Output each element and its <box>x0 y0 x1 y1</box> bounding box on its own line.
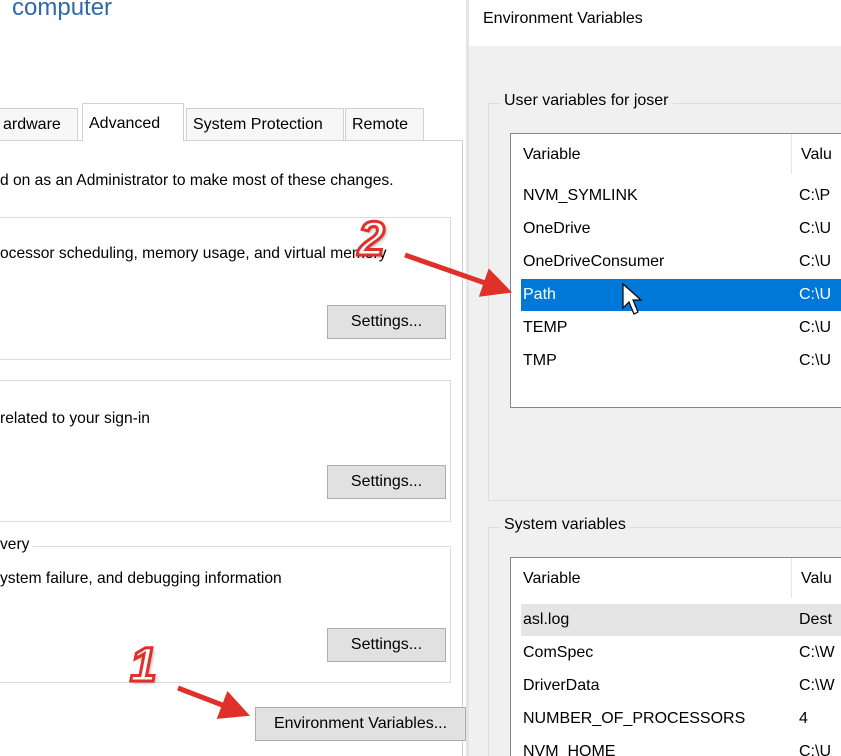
startup-recovery-settings-button[interactable]: Settings... <box>327 628 446 662</box>
variable-value: C:\W <box>799 677 835 694</box>
system-variables-legend: System variables <box>500 516 630 534</box>
user-profiles-settings-button[interactable]: Settings... <box>327 465 446 499</box>
variable-value: C:\U <box>799 319 831 336</box>
list-row-onedrive[interactable]: OneDrive C:\U <box>521 213 841 245</box>
variable-name: NVM_SYMLINK <box>523 187 638 204</box>
variable-value: C:\W <box>799 644 835 661</box>
list-header: Variable Valu <box>511 134 841 174</box>
variable-value: C:\U <box>799 352 831 369</box>
list-row-temp[interactable]: TEMP C:\U <box>521 312 841 344</box>
tab-advanced[interactable]: Advanced <box>82 103 184 141</box>
list-header: Variable Valu <box>511 558 841 598</box>
variable-name: asl.log <box>523 611 570 628</box>
startup-recovery-group <box>0 546 451 683</box>
tab-hardware[interactable]: ardware <box>0 108 78 140</box>
dialog-title: computer <box>12 0 113 21</box>
variable-value: C:\U <box>799 220 831 237</box>
variable-name: Path <box>523 286 556 303</box>
environment-variables-button[interactable]: Environment Variables... <box>255 707 466 741</box>
variable-value: C:\P <box>799 187 831 204</box>
variable-value: C:\U <box>799 253 831 270</box>
variable-value: C:\U <box>799 743 831 756</box>
system-variables-list[interactable]: Variable Valu asl.log Dest ComSpec C:\W Driv… <box>510 557 841 756</box>
user-variables-list[interactable]: Variable Valu NVM_SYMLINK C:\P OneDrive C:\… <box>510 133 841 408</box>
tab-system-protection[interactable]: System Protection <box>186 108 344 140</box>
variable-name: DriverData <box>523 677 600 694</box>
user-profiles-group <box>0 380 451 522</box>
user-variables-legend: User variables for joser <box>500 92 673 110</box>
column-header-variable[interactable]: Variable <box>523 570 581 588</box>
list-row-path[interactable]: Path C:\U <box>521 279 841 311</box>
variable-name: TEMP <box>523 319 568 336</box>
performance-description: ocessor scheduling, memory usage, and vi… <box>0 245 387 262</box>
column-header-value[interactable]: Valu <box>801 146 832 164</box>
variable-name: OneDrive <box>523 220 591 237</box>
column-header-value[interactable]: Valu <box>801 570 832 588</box>
dialog-title: Environment Variables <box>483 10 643 27</box>
list-row-onedriveconsumer[interactable]: OneDriveConsumer C:\U <box>521 246 841 278</box>
variable-value: Dest <box>799 611 832 628</box>
list-row-comspec[interactable]: ComSpec C:\W <box>521 637 841 669</box>
list-row-nvm-symlink[interactable]: NVM_SYMLINK C:\P <box>521 180 841 212</box>
variable-name: TMP <box>523 352 557 369</box>
variable-name: NVM_HOME <box>523 743 616 756</box>
variable-value: C:\U <box>799 286 831 303</box>
column-separator <box>791 134 792 174</box>
admin-note: d on as an Administrator to make most of… <box>0 172 394 189</box>
system-properties-dialog: computer ardware Advanced System Protect… <box>0 0 466 756</box>
variable-name: OneDriveConsumer <box>523 253 665 270</box>
list-row-nvm-home[interactable]: NVM_HOME C:\U <box>521 736 841 756</box>
variable-name: NUMBER_OF_PROCESSORS <box>523 710 746 727</box>
startup-recovery-legend: very <box>0 536 34 554</box>
step-1-marker: 1 <box>129 638 159 694</box>
column-separator <box>791 558 792 598</box>
list-row-tmp[interactable]: TMP C:\U <box>521 345 841 377</box>
startup-recovery-description: ystem failure, and debugging information <box>0 570 282 587</box>
environment-variables-dialog: Environment Variables User variables for… <box>469 0 841 756</box>
list-row-asl-log[interactable]: asl.log Dest <box>521 604 841 636</box>
variable-value: 4 <box>799 710 808 727</box>
tab-remote[interactable]: Remote <box>345 108 424 140</box>
step-2-marker: 2 <box>357 212 387 268</box>
variable-name: ComSpec <box>523 644 594 661</box>
user-profiles-description: related to your sign-in <box>0 410 150 427</box>
performance-settings-button[interactable]: Settings... <box>327 305 446 339</box>
list-row-number-of-processors[interactable]: NUMBER_OF_PROCESSORS 4 <box>521 703 841 735</box>
list-row-driverdata[interactable]: DriverData C:\W <box>521 670 841 702</box>
column-header-variable[interactable]: Variable <box>523 146 581 164</box>
